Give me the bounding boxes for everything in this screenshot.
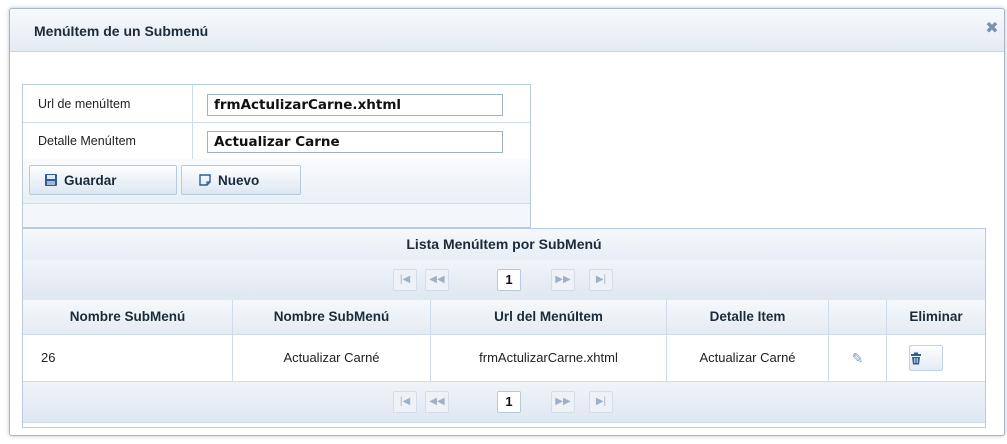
url-label: Url de menúItem (23, 85, 193, 122)
column-header[interactable]: Nombre SubMenú (233, 300, 431, 334)
column-header[interactable]: Nombre SubMenú (23, 300, 233, 334)
dialog-title: MenúItem de un Submenú (34, 23, 209, 39)
trash-icon (910, 350, 922, 365)
cell-nombre: Actualizar Carné (233, 335, 431, 381)
table-header: Nombre SubMenú Nombre SubMenú Url del Me… (23, 300, 985, 335)
table-caption: Lista MenúItem por SubMenú (23, 228, 985, 262)
form-button-bar: Guardar Nuevo (23, 159, 530, 227)
edit-cell: ✎ (829, 335, 887, 381)
url-input[interactable] (207, 94, 503, 116)
detalle-label: Detalle MenúItem (23, 122, 193, 159)
last-page-icon[interactable]: ▶| (589, 391, 613, 413)
paginator-bottom: |◀ ◀◀ 1 ▶▶ ▶| (23, 382, 985, 423)
cell-url: frmActulizarCarne.xhtml (431, 335, 667, 381)
pencil-icon[interactable]: ✎ (852, 350, 864, 366)
page-number[interactable]: 1 (497, 269, 521, 291)
cell-detalle: Actualizar Carné (667, 335, 829, 381)
url-row: Url de menúItem (23, 85, 530, 123)
table-row: 26 Actualizar Carné frmActulizarCarne.xh… (23, 335, 985, 382)
last-page-icon[interactable]: ▶| (589, 269, 613, 291)
first-page-icon[interactable]: |◀ (393, 269, 417, 291)
detalle-input[interactable] (207, 131, 503, 153)
dialog-titlebar[interactable]: MenúItem de un Submenú ✖ (10, 9, 1004, 52)
prev-page-icon[interactable]: ◀◀ (425, 391, 449, 413)
column-header-edit (829, 300, 887, 334)
save-icon (44, 173, 58, 187)
column-header[interactable]: Eliminar (887, 300, 985, 334)
page-number[interactable]: 1 (497, 391, 521, 413)
cell-id: 26 (23, 335, 233, 381)
close-icon[interactable]: ✖ (984, 21, 1000, 37)
detalle-row: Detalle MenúItem (23, 122, 530, 160)
column-header[interactable]: Detalle Item (667, 300, 829, 334)
prev-page-icon[interactable]: ◀◀ (425, 269, 449, 291)
new-document-icon (198, 173, 212, 187)
delete-button[interactable] (909, 345, 943, 371)
delete-cell (887, 335, 985, 381)
menuitem-table: Lista MenúItem por SubMenú |◀ ◀◀ 1 ▶▶ ▶|… (22, 228, 986, 428)
column-header[interactable]: Url del MenúItem (431, 300, 667, 334)
guardar-label: Guardar (64, 172, 117, 188)
next-page-icon[interactable]: ▶▶ (551, 269, 575, 291)
guardar-button[interactable]: Guardar (29, 165, 177, 195)
nuevo-label: Nuevo (218, 172, 260, 188)
menuitem-form: Url de menúItem Detalle MenúItem Guardar… (22, 84, 531, 228)
next-page-icon[interactable]: ▶▶ (551, 391, 575, 413)
paginator-top: |◀ ◀◀ 1 ▶▶ ▶| (23, 260, 985, 301)
nuevo-button[interactable]: Nuevo (181, 165, 301, 195)
first-page-icon[interactable]: |◀ (393, 391, 417, 413)
